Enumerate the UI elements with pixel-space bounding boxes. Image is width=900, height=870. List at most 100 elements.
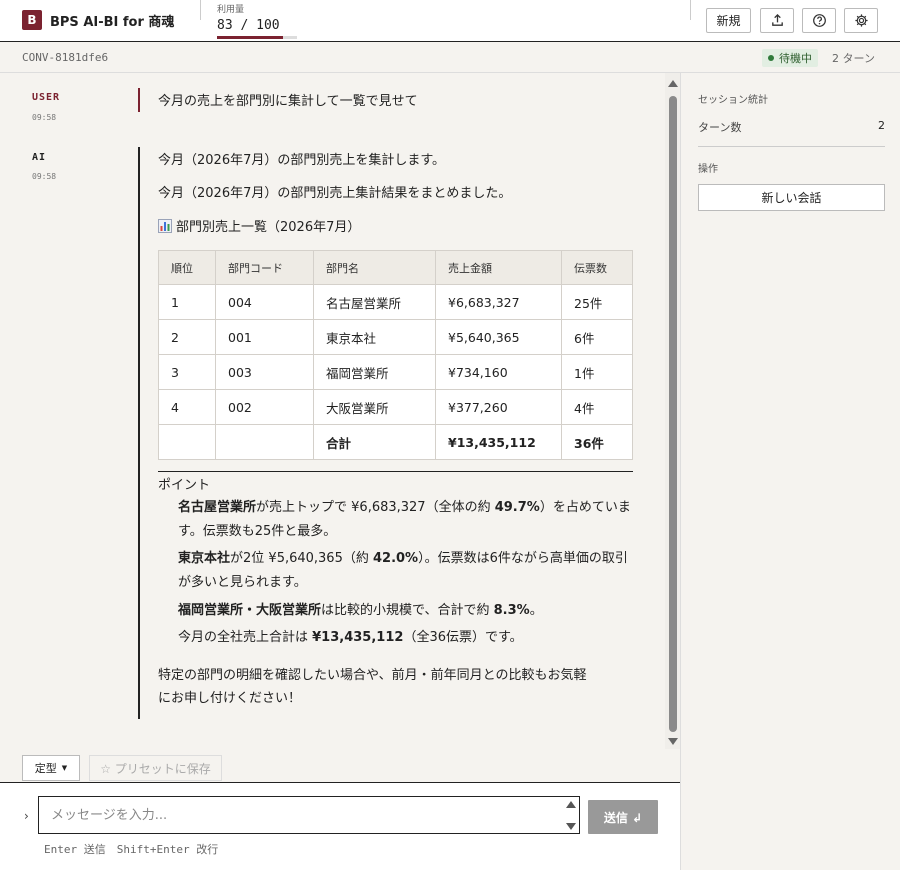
table-header-row: 順位 部門コード 部門名 売上金額 伝票数 xyxy=(158,250,633,285)
app-logo: B xyxy=(22,10,42,30)
session-sidebar: セッション統計 ターン数 2 操作 新しい会話 xyxy=(680,73,900,870)
preset-type-label: 定型 xyxy=(34,762,57,775)
preset-type-dropdown[interactable]: 定型 ▼ xyxy=(22,755,80,781)
input-scroll-up-icon[interactable] xyxy=(566,801,576,808)
status-badge: 待機中 xyxy=(762,49,818,67)
table-row: 4 002 大阪営業所 ¥377,260 4件 xyxy=(158,389,633,425)
table-cell xyxy=(215,424,314,460)
message-input[interactable] xyxy=(38,796,580,834)
table-cell: 001 xyxy=(215,319,314,355)
points-heading: ポイント xyxy=(158,478,211,493)
gear-icon xyxy=(854,14,868,27)
table-row: 2 001 東京本社 ¥5,640,365 6件 xyxy=(158,319,633,355)
ai-message-line: 今月（2026年7月）の部門別売上集計結果をまとめました。 xyxy=(158,186,512,201)
ai-message-line: 今月（2026年7月）の部門別売上を集計します。 xyxy=(158,153,446,168)
preset-bar: 定型 ▼ ☆ プリセットに保存 xyxy=(0,749,680,783)
table-cell: 4 xyxy=(158,389,216,425)
scroll-down-icon[interactable] xyxy=(668,738,678,745)
scroll-up-icon[interactable] xyxy=(668,80,678,87)
operations-label: 操作 xyxy=(698,164,718,175)
upload-icon xyxy=(771,13,783,26)
user-message-time: 09:58 xyxy=(32,113,57,122)
bar-chart-icon xyxy=(158,219,172,233)
table-cell: 25件 xyxy=(561,284,633,320)
table-total-row: 合計 ¥13,435,112 36件 xyxy=(158,424,633,460)
column-header: 売上金額 xyxy=(435,250,562,285)
table-row: 3 003 福岡営業所 ¥734,160 1件 xyxy=(158,354,633,390)
point-emphasis: 8.3% xyxy=(493,603,530,618)
input-scroll-down-icon[interactable] xyxy=(566,823,576,830)
table-cell: 6件 xyxy=(561,319,633,355)
new-button[interactable]: 新規 xyxy=(706,8,751,33)
conversation-bar: CONV-8181dfe6 待機中 2 ターン xyxy=(0,42,900,73)
section-divider xyxy=(158,471,633,472)
status-text: 待機中 xyxy=(779,52,812,65)
table-title-text: 部門別売上一覧（2026年7月） xyxy=(176,220,361,235)
chat-history[interactable]: USER 09:58 今月の売上を部門別に集計して一覧で見せて AI 09:58… xyxy=(0,73,665,749)
table-cell: ¥377,260 xyxy=(435,389,562,425)
column-header: 部門名 xyxy=(313,250,436,285)
save-preset-button[interactable]: ☆ プリセットに保存 xyxy=(89,755,222,781)
chevron-right-icon: › xyxy=(24,809,29,823)
point-item: 名古屋営業所が売上トップで ¥6,683,327（全体の約 49.7%）を占めて… xyxy=(178,496,638,544)
new-conversation-button[interactable]: 新しい会話 xyxy=(698,184,885,211)
table-cell: 1件 xyxy=(561,354,633,390)
column-header: 順位 xyxy=(158,250,216,285)
point-emphasis: 福岡営業所・大阪営業所 xyxy=(178,603,322,618)
settings-button[interactable] xyxy=(844,8,878,33)
column-header: 伝票数 xyxy=(561,250,633,285)
usage-label: 利用量 xyxy=(217,5,245,15)
table-cell: 2 xyxy=(158,319,216,355)
help-button[interactable] xyxy=(802,8,836,33)
point-emphasis: ¥13,435,112 xyxy=(312,630,404,645)
usage-value: 83 / 100 xyxy=(217,18,280,33)
user-message-bar xyxy=(138,88,140,112)
conversation-id: CONV-8181dfe6 xyxy=(22,51,109,64)
composer: › 送信 ↲ Enter 送信 Shift+Enter 改行 xyxy=(0,782,680,870)
table-cell: ¥734,160 xyxy=(435,354,562,390)
usage-progress-bar xyxy=(217,36,297,39)
point-item: 福岡営業所・大阪営業所は比較的小規模で、合計で約 8.3%。 xyxy=(178,599,638,623)
caret-down-icon: ▼ xyxy=(61,764,68,772)
ai-role-label: AI xyxy=(32,152,47,163)
table-cell: ¥5,640,365 xyxy=(435,319,562,355)
point-text: （全36伝票）です。 xyxy=(403,630,523,645)
point-text: が売上トップで ¥6,683,327（全体の約 xyxy=(256,500,495,515)
department-sales-table: 順位 部門コード 部門名 売上金額 伝票数 1 004 名古屋営業所 ¥6,68… xyxy=(158,250,633,460)
point-emphasis: 東京本社 xyxy=(178,551,231,566)
point-emphasis: 49.7% xyxy=(494,500,540,515)
table-cell: 003 xyxy=(215,354,314,390)
table-row: 1 004 名古屋営業所 ¥6,683,327 25件 xyxy=(158,284,633,320)
table-cell: 1 xyxy=(158,284,216,320)
export-button[interactable] xyxy=(760,8,794,33)
point-item: 東京本社が2位 ¥5,640,365（約 42.0%）。伝票数は6件ながら高単価… xyxy=(178,547,638,595)
table-cell: 36件 xyxy=(561,424,633,460)
point-text: 。 xyxy=(529,603,543,618)
status-dot-icon xyxy=(768,55,774,61)
point-emphasis: 名古屋営業所 xyxy=(178,500,257,515)
ai-message-time: 09:58 xyxy=(32,172,57,181)
table-cell: 名古屋営業所 xyxy=(313,284,436,320)
header-divider xyxy=(200,0,201,20)
ai-message-bar xyxy=(138,147,140,719)
table-cell xyxy=(158,424,216,460)
table-cell: 002 xyxy=(215,389,314,425)
user-role-label: USER xyxy=(32,92,61,103)
table-cell: ¥6,683,327 xyxy=(435,284,562,320)
table-cell: 合計 xyxy=(313,424,436,460)
help-icon xyxy=(812,14,826,27)
app-title: BPS AI-BI for 商魂 xyxy=(50,15,175,30)
usage-progress-fill xyxy=(217,36,284,39)
scrollbar-thumb[interactable] xyxy=(669,96,677,732)
session-stats-label: セッション統計 xyxy=(698,95,768,106)
point-text: は比較的小規模で、合計で約 xyxy=(321,603,494,618)
sidebar-divider xyxy=(698,146,885,147)
header-divider xyxy=(690,0,691,20)
table-cell: 004 xyxy=(215,284,314,320)
send-button[interactable]: 送信 ↲ xyxy=(588,800,658,834)
turn-count-label: ターン数 xyxy=(698,121,742,134)
table-cell: 3 xyxy=(158,354,216,390)
table-title: 部門別売上一覧（2026年7月） xyxy=(158,216,360,235)
point-item: 今月の全社売上合計は ¥13,435,112（全36伝票）です。 xyxy=(178,626,638,650)
user-message-text: 今月の売上を部門別に集計して一覧で見せて xyxy=(158,94,418,109)
